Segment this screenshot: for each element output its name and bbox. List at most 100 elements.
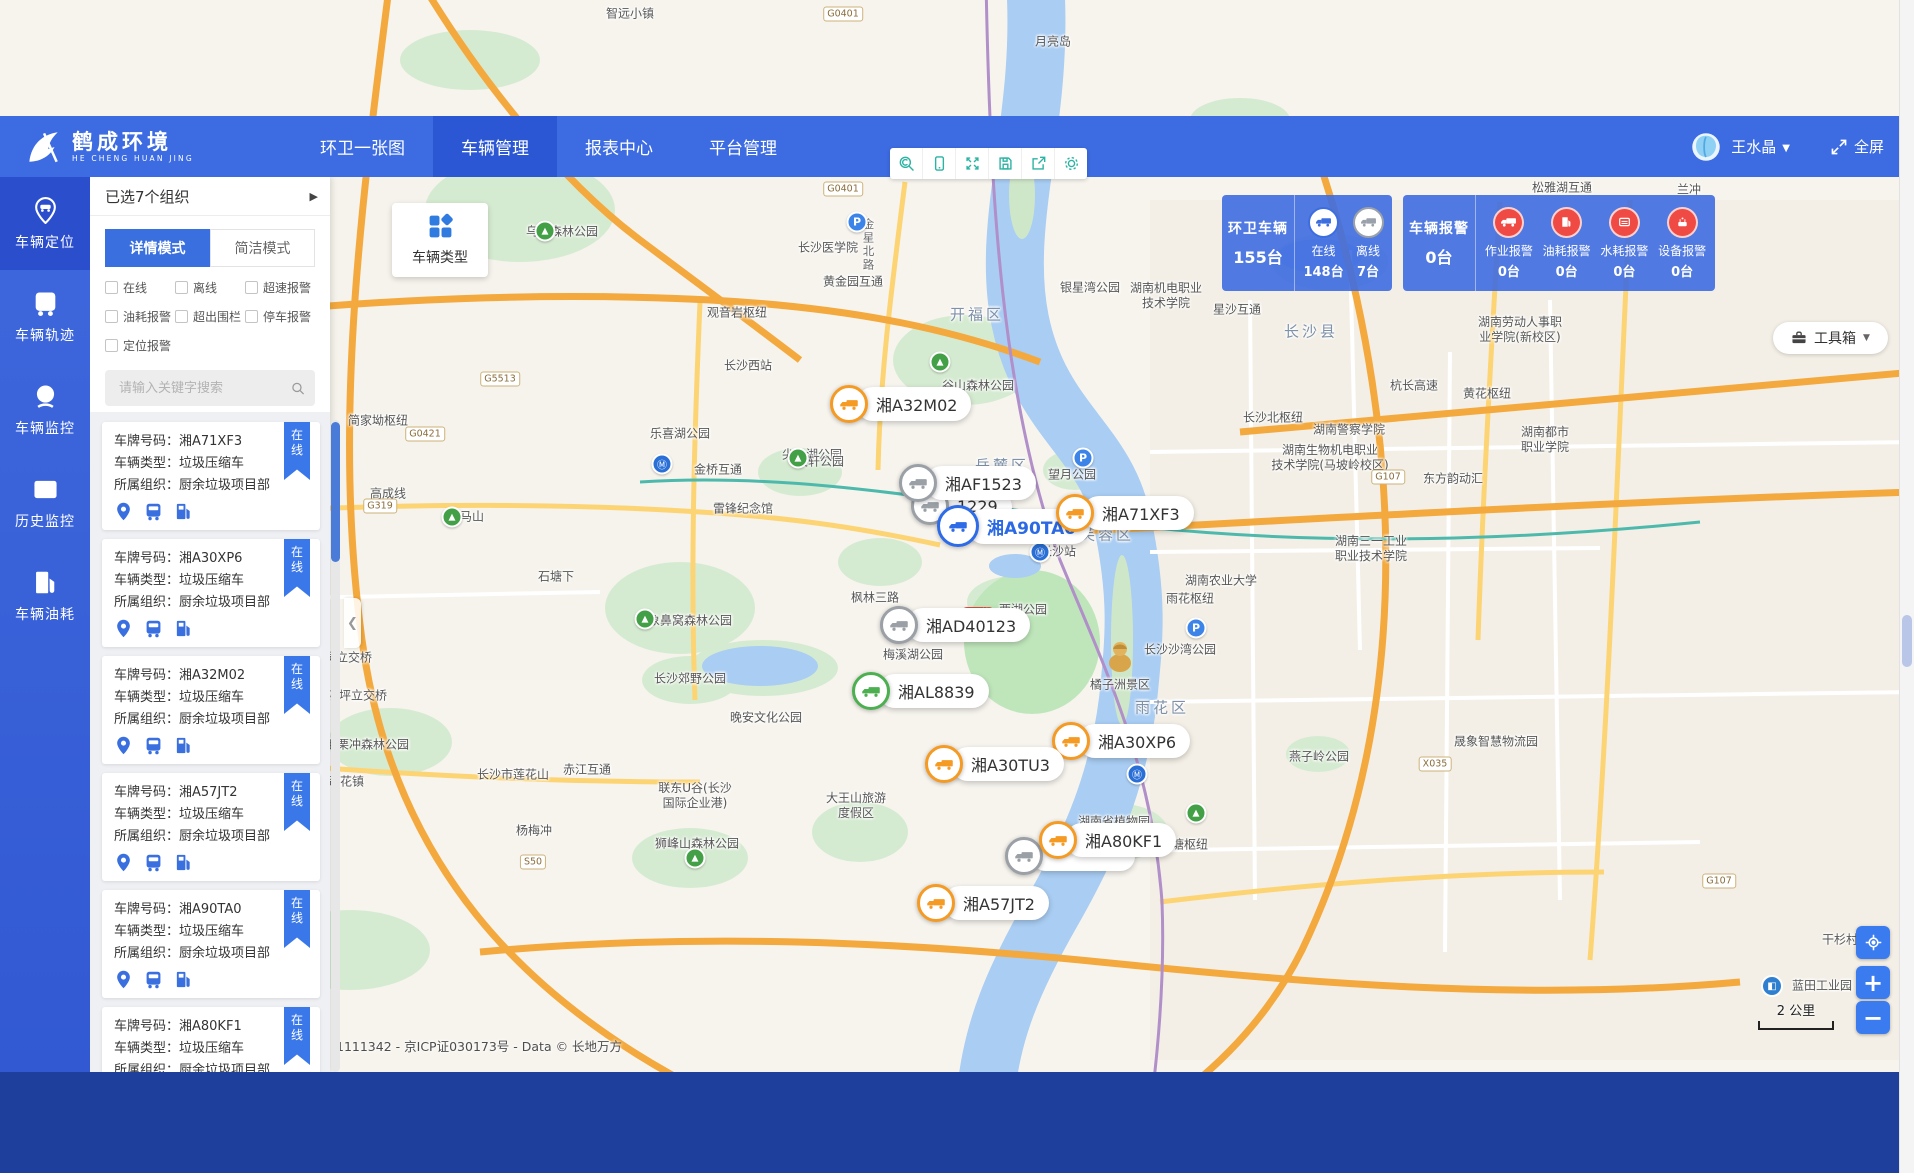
map-poi-label: 银星湾公园 xyxy=(1060,281,1120,296)
filter-checkbox[interactable]: 离线 xyxy=(175,279,243,296)
fuel-icon[interactable] xyxy=(174,619,194,639)
locate-button[interactable] xyxy=(1856,926,1890,959)
org-expand-icon[interactable]: ▶ xyxy=(310,190,318,203)
nav-item[interactable]: 平台管理 xyxy=(681,116,805,177)
vehicle-card[interactable]: 车牌号码：湘A57JT2车辆类型：垃圾压缩车所属组织：厨余垃圾项目部在 线 xyxy=(102,773,320,881)
mode-tab[interactable]: 简洁模式 xyxy=(210,229,315,267)
fuel-icon[interactable] xyxy=(174,502,194,522)
share-icon[interactable] xyxy=(1022,148,1055,179)
fuel-icon[interactable] xyxy=(174,736,194,756)
vehicle-marker[interactable]: 湘A57JT2 xyxy=(917,884,1049,922)
parking-icon: P xyxy=(1073,448,1094,469)
expand-icon[interactable] xyxy=(956,148,989,179)
vehicle-marker[interactable]: 湘AL8839 xyxy=(852,672,989,710)
browser-scrollbar[interactable] xyxy=(1899,0,1914,1173)
nav-item[interactable]: 报表中心 xyxy=(557,116,681,177)
vehicle-marker[interactable]: 湘A71XF3 xyxy=(1056,494,1194,532)
filter-checkbox[interactable]: 在线 xyxy=(105,279,173,296)
sidebar-item[interactable]: 车辆定位 xyxy=(0,177,90,270)
vehicle-card[interactable]: 车牌号码：湘A80KF1车辆类型：垃圾压缩车所属组织：厨余垃圾项目部在 线 xyxy=(102,1007,320,1072)
zoom-in-button[interactable]: + xyxy=(1856,966,1890,999)
checkbox[interactable] xyxy=(175,281,188,294)
vehicle-card[interactable]: 车牌号码：湘A30XP6车辆类型：垃圾压缩车所属组织：厨余垃圾项目部在 线 xyxy=(102,539,320,647)
vehicle-card-field: 车辆类型：垃圾压缩车 xyxy=(114,921,308,943)
stat-item: 作业报警0台 xyxy=(1485,207,1533,280)
truck-icon xyxy=(1005,837,1043,875)
stat-count: 148台 xyxy=(1303,261,1343,280)
vehicle-marker[interactable]: 湘A30XP6 xyxy=(1052,722,1190,760)
zoom-out-button[interactable]: − xyxy=(1856,1001,1890,1034)
road-badge: S50 xyxy=(520,855,546,870)
nav-item[interactable]: 环卫一张图 xyxy=(292,116,433,177)
checkbox[interactable] xyxy=(245,281,258,294)
filter-checkbox[interactable]: 超出围栏 xyxy=(175,308,243,325)
mobile-icon[interactable] xyxy=(923,148,956,179)
fuel-icon xyxy=(0,569,90,596)
map-toolbar xyxy=(890,148,1087,179)
toolbox-dropdown[interactable]: 工具箱 ▼ xyxy=(1773,322,1888,354)
bus-icon[interactable] xyxy=(144,619,164,639)
vehicle-card[interactable]: 车牌号码：湘A71XF3车辆类型：垃圾压缩车所属组织：厨余垃圾项目部在 线 xyxy=(102,422,320,530)
pin-icon[interactable] xyxy=(114,853,134,873)
search-icon[interactable] xyxy=(291,380,305,397)
vehicle-card[interactable]: 车牌号码：湘A32M02车辆类型：垃圾压缩车所属组织：厨余垃圾项目部在 线 xyxy=(102,656,320,764)
stat-count: 7台 xyxy=(1357,261,1379,280)
checkbox[interactable] xyxy=(105,310,118,323)
map-poi-label: 金桥互通 xyxy=(694,463,742,478)
fleet-stats-count: 155台 xyxy=(1233,244,1282,268)
panel-collapse-handle[interactable]: ❮ xyxy=(344,598,361,648)
vehicle-card[interactable]: 车牌号码：湘A90TA0车辆类型：垃圾压缩车所属组织：厨余垃圾项目部在 线 xyxy=(102,890,320,998)
user-name[interactable]: 王水晶 xyxy=(1731,136,1776,157)
filter-checkbox[interactable]: 超速报警 xyxy=(245,279,313,296)
vehicle-marker[interactable]: 湘A80KF1 xyxy=(1039,821,1176,859)
sidebar-item[interactable]: 车辆监控 xyxy=(0,363,90,456)
vehicle-marker-plate: 湘AL8839 xyxy=(878,674,989,708)
zoom-search-icon[interactable] xyxy=(890,148,923,179)
checkbox[interactable] xyxy=(245,310,258,323)
chevron-down-icon[interactable]: ▼ xyxy=(1782,143,1790,154)
bus-icon[interactable] xyxy=(144,502,164,522)
park-pin-icon: ▲ xyxy=(1186,803,1207,824)
filter-checkbox[interactable]: 油耗报警 xyxy=(105,308,173,325)
nav-item[interactable]: 车辆管理 xyxy=(433,116,557,177)
fuel-icon xyxy=(1551,207,1582,238)
pin-icon[interactable] xyxy=(114,970,134,990)
fuel-icon[interactable] xyxy=(174,970,194,990)
pin-icon[interactable] xyxy=(114,736,134,756)
fuel-icon[interactable] xyxy=(174,853,194,873)
map-poi-label: 湖南农业大学 xyxy=(1185,574,1257,589)
sidebar-item[interactable]: 车辆轨迹 xyxy=(0,270,90,363)
vehicle-card-actions xyxy=(114,502,308,522)
vehicle-marker[interactable]: 湘A32M02 xyxy=(830,385,971,423)
vehicle-card-actions xyxy=(114,619,308,639)
search-input[interactable] xyxy=(117,380,291,397)
bus-icon[interactable] xyxy=(144,736,164,756)
vehicle-card-actions xyxy=(114,970,308,990)
stat-label: 水耗报警 xyxy=(1600,242,1648,259)
settings-icon[interactable] xyxy=(1055,148,1087,179)
sidebar-item-label: 车辆监控 xyxy=(0,418,90,438)
filter-checkbox[interactable]: 定位报警 xyxy=(105,337,173,354)
vehicle-marker[interactable]: 湘A30TU3 xyxy=(925,745,1064,783)
fullscreen-button[interactable]: 全屏 xyxy=(1830,136,1884,157)
mode-tab[interactable]: 详情模式 xyxy=(105,229,210,267)
vehicle-type-button[interactable]: 车辆类型 xyxy=(392,203,488,277)
checkbox[interactable] xyxy=(175,310,188,323)
checkbox[interactable] xyxy=(105,339,118,352)
checkbox[interactable] xyxy=(105,281,118,294)
pin-icon[interactable] xyxy=(114,502,134,522)
grid-icon xyxy=(427,213,454,240)
avatar[interactable] xyxy=(1691,132,1721,162)
vehicle-card-field: 车牌号码：湘A30XP6 xyxy=(114,548,308,570)
sidebar-item[interactable]: 历史监控 xyxy=(0,456,90,549)
sidebar-item[interactable]: 车辆油耗 xyxy=(0,549,90,642)
panel-scrollbar[interactable] xyxy=(331,420,340,1072)
vehicle-marker[interactable]: 湘AD40123 xyxy=(880,606,1030,644)
browser-scrollbar-thumb[interactable] xyxy=(1902,615,1912,667)
bus-icon[interactable] xyxy=(144,853,164,873)
filter-checkbox[interactable]: 停车报警 xyxy=(245,308,313,325)
save-icon[interactable] xyxy=(989,148,1022,179)
bus-icon[interactable] xyxy=(144,970,164,990)
pin-icon[interactable] xyxy=(114,619,134,639)
vehicle-marker[interactable]: 湘AF1523 xyxy=(899,464,1036,502)
